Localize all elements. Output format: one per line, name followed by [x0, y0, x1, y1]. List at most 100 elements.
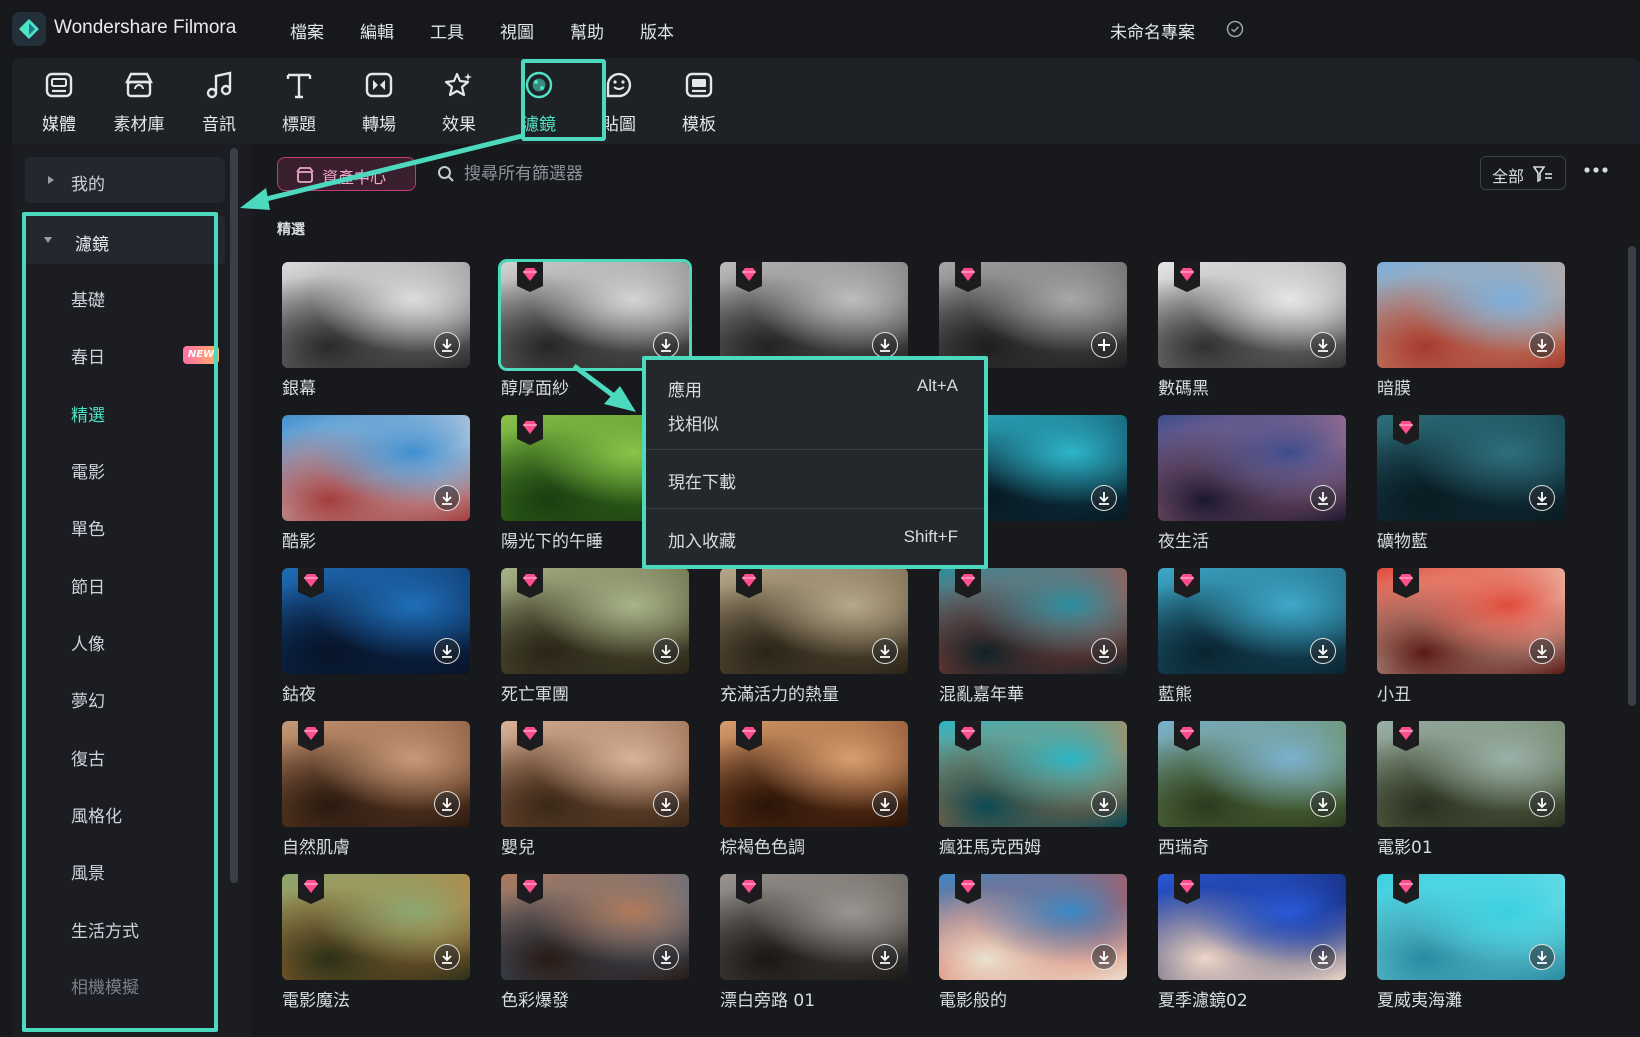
download-icon[interactable] — [1529, 791, 1555, 817]
filter-card[interactable]: 礦物藍 — [1377, 415, 1565, 552]
download-icon[interactable] — [1310, 944, 1336, 970]
filter-thumbnail[interactable] — [939, 721, 1127, 827]
menu-version[interactable]: 版本 — [640, 18, 674, 43]
filter-thumbnail[interactable] — [501, 721, 689, 827]
download-icon[interactable] — [1310, 485, 1336, 511]
filter-card[interactable]: 夏季濾鏡02 — [1158, 874, 1346, 1011]
menu-item-add-to-favorites[interactable]: 加入收藏 Shift+F — [646, 521, 984, 555]
tab-audio[interactable]: 音訊 — [177, 58, 261, 144]
filter-thumbnail[interactable] — [720, 874, 908, 980]
menu-help[interactable]: 幫助 — [570, 18, 604, 43]
download-icon[interactable] — [1310, 638, 1336, 664]
download-icon[interactable] — [434, 944, 460, 970]
menu-item-download-now[interactable]: 現在下載 — [646, 462, 984, 496]
filter-thumbnail[interactable] — [1377, 568, 1565, 674]
menu-edit[interactable]: 編輯 — [360, 18, 394, 43]
download-icon[interactable] — [653, 791, 679, 817]
download-icon[interactable] — [1310, 791, 1336, 817]
filter-card[interactable]: 色彩爆發 — [501, 874, 689, 1011]
filter-card[interactable]: 漂白旁路 01 — [720, 874, 908, 1011]
filter-all-button[interactable]: 全部 — [1480, 156, 1566, 190]
filter-card[interactable]: 電影01 — [1377, 721, 1565, 858]
filter-card[interactable]: 銀幕 — [282, 262, 470, 399]
filter-thumbnail[interactable] — [1158, 262, 1346, 368]
download-icon[interactable] — [653, 944, 679, 970]
filter-thumbnail[interactable] — [1158, 874, 1346, 980]
sidebar-item-mine[interactable]: 我的 — [25, 157, 225, 203]
menu-item-apply[interactable]: 應用 Alt+A — [646, 370, 984, 404]
filter-thumbnail[interactable] — [1158, 415, 1346, 521]
download-icon[interactable] — [1310, 332, 1336, 358]
filter-card[interactable]: 鈷夜 — [282, 568, 470, 705]
tab-templates[interactable]: 模板 — [657, 58, 741, 144]
tab-media[interactable]: 媒體 — [17, 58, 101, 144]
download-icon[interactable] — [434, 332, 460, 358]
download-icon[interactable] — [872, 944, 898, 970]
filter-thumbnail[interactable] — [282, 262, 470, 368]
filter-thumbnail[interactable] — [939, 262, 1127, 368]
download-icon[interactable] — [1529, 485, 1555, 511]
tab-effects[interactable]: 效果 — [417, 58, 501, 144]
menu-item-find-similar[interactable]: 找相似 — [646, 404, 984, 438]
filter-card[interactable]: 夜生活 — [1158, 415, 1346, 552]
filter-thumbnail[interactable] — [1377, 721, 1565, 827]
filter-thumbnail[interactable] — [1158, 568, 1346, 674]
filter-card[interactable]: 自然肌膚 — [282, 721, 470, 858]
filter-card[interactable]: 死亡軍團 — [501, 568, 689, 705]
download-icon[interactable] — [1529, 638, 1555, 664]
tab-transitions[interactable]: 轉場 — [337, 58, 421, 144]
filter-card[interactable]: 西瑞奇 — [1158, 721, 1346, 858]
download-icon[interactable] — [434, 638, 460, 664]
filter-thumbnail[interactable] — [498, 259, 692, 371]
sidebar-scrollbar[interactable] — [230, 148, 238, 883]
filter-card[interactable]: 電影般的 — [939, 874, 1127, 1011]
filter-thumbnail[interactable] — [282, 721, 470, 827]
filter-card[interactable]: 藍熊 — [1158, 568, 1346, 705]
filter-card[interactable]: 暗膜 — [1377, 262, 1565, 399]
filter-thumbnail[interactable] — [720, 721, 908, 827]
tab-titles[interactable]: 標題 — [257, 58, 341, 144]
download-icon[interactable] — [872, 332, 898, 358]
download-icon[interactable] — [434, 791, 460, 817]
tab-stock-library[interactable]: 素材庫 — [97, 58, 181, 144]
filter-card[interactable]: 棕褐色色調 — [720, 721, 908, 858]
more-options-icon[interactable] — [1583, 166, 1609, 174]
filter-card[interactable]: 瘋狂馬克西姆 — [939, 721, 1127, 858]
filter-card[interactable]: 夏威夷海灘 — [1377, 874, 1565, 1011]
filter-thumbnail[interactable] — [282, 874, 470, 980]
filter-thumbnail[interactable] — [1377, 262, 1565, 368]
download-icon[interactable] — [653, 332, 679, 358]
download-icon[interactable] — [1091, 485, 1117, 511]
project-title[interactable]: 未命名專案 — [1110, 18, 1195, 43]
filter-card[interactable]: 酷影 — [282, 415, 470, 552]
filter-thumbnail[interactable] — [501, 568, 689, 674]
filter-thumbnail[interactable] — [720, 568, 908, 674]
filter-thumbnail[interactable] — [282, 415, 470, 521]
filter-card[interactable]: 數碼黑 — [1158, 262, 1346, 399]
add-icon[interactable] — [1091, 332, 1117, 358]
filter-card[interactable]: 小丑 — [1377, 568, 1565, 705]
filter-thumbnail[interactable] — [1158, 721, 1346, 827]
filter-card[interactable]: 電影魔法 — [282, 874, 470, 1011]
search-input[interactable] — [464, 158, 964, 190]
download-icon[interactable] — [872, 791, 898, 817]
menu-tools[interactable]: 工具 — [430, 18, 464, 43]
menu-file[interactable]: 檔案 — [290, 18, 324, 43]
filter-thumbnail[interactable] — [939, 568, 1127, 674]
filter-thumbnail[interactable] — [501, 874, 689, 980]
filter-thumbnail[interactable] — [720, 262, 908, 368]
download-icon[interactable] — [434, 485, 460, 511]
download-icon[interactable] — [1091, 791, 1117, 817]
filter-card[interactable]: 充滿活力的熱量 — [720, 568, 908, 705]
filter-card[interactable]: 混亂嘉年華 — [939, 568, 1127, 705]
download-icon[interactable] — [872, 638, 898, 664]
filter-card[interactable]: 嬰兒 — [501, 721, 689, 858]
menu-view[interactable]: 視圖 — [500, 18, 534, 43]
download-icon[interactable] — [1091, 638, 1117, 664]
filter-thumbnail[interactable] — [1377, 415, 1565, 521]
filter-thumbnail[interactable] — [282, 568, 470, 674]
download-icon[interactable] — [1529, 332, 1555, 358]
filter-grid-scrollbar[interactable] — [1628, 246, 1636, 706]
filter-thumbnail[interactable] — [939, 874, 1127, 980]
download-icon[interactable] — [1091, 944, 1117, 970]
